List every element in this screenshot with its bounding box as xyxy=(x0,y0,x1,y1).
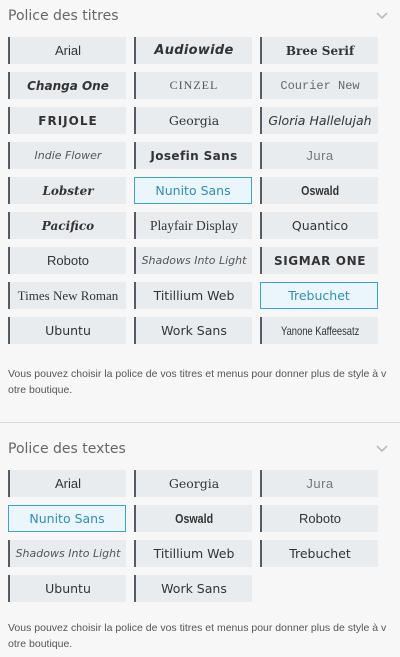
font-option-titillium-web[interactable]: Titillium Web xyxy=(134,282,252,309)
font-option-label: Lobster xyxy=(42,183,94,198)
font-option-georgia[interactable]: Georgia xyxy=(134,470,252,497)
font-option-label: Shadows Into Light xyxy=(141,254,247,267)
font-option-trebuchet[interactable]: Trebuchet xyxy=(260,282,378,309)
font-option-shadows-into-light[interactable]: Shadows Into Light xyxy=(8,540,126,567)
font-option-indie-flower[interactable]: Indie Flower xyxy=(8,142,126,169)
font-option-playfair-display[interactable]: Playfair Display xyxy=(134,212,252,239)
font-option-label: Roboto xyxy=(299,511,341,526)
font-option-label: Arial xyxy=(54,43,81,58)
font-option-label: Ubuntu xyxy=(45,323,91,338)
font-option-label: Playfair Display xyxy=(149,217,239,233)
font-option-label: Yanone Kaffeesatz xyxy=(280,323,360,338)
font-option-label: Oswald xyxy=(175,511,213,526)
font-option-label: Work Sans xyxy=(161,323,227,338)
font-option-oswald[interactable]: Oswald xyxy=(260,177,378,204)
font-option-josefin-sans[interactable]: Josefin Sans xyxy=(134,142,252,169)
font-option-roboto[interactable]: Roboto xyxy=(8,247,126,274)
texts-font-heading: Police des textes xyxy=(8,441,126,457)
font-option-label: Frijole xyxy=(38,113,98,128)
font-option-label: Cinzel xyxy=(169,78,219,92)
font-option-label: Ubuntu xyxy=(45,581,91,596)
font-option-ubuntu[interactable]: Ubuntu xyxy=(8,317,126,344)
font-option-ubuntu[interactable]: Ubuntu xyxy=(8,575,126,602)
section-divider xyxy=(0,422,400,423)
font-option-label: Times New Roman xyxy=(17,287,119,303)
font-option-nunito-sans[interactable]: Nunito Sans xyxy=(8,505,126,532)
titles-font-heading: Police des titres xyxy=(8,8,119,24)
font-option-label: Pacifico xyxy=(41,218,95,233)
font-option-times-new-roman[interactable]: Times New Roman xyxy=(8,282,126,309)
font-option-label: Oswald xyxy=(301,183,339,198)
font-option-sigmar-one[interactable]: Sigmar One xyxy=(260,247,378,274)
font-option-label: Jura xyxy=(306,476,334,491)
font-option-label: Arial xyxy=(54,476,81,491)
font-option-label: Quantico xyxy=(291,218,349,233)
font-option-label: Titillium Web xyxy=(153,546,235,561)
font-option-label: Georgia xyxy=(168,113,220,128)
titles-font-description: Vous pouvez choisir la police de vos tit… xyxy=(8,368,387,396)
texts-font-grid: Arial Georgia Jura Nunito Sans Oswald Roboto S… xyxy=(8,470,378,602)
chevron-down-icon[interactable] xyxy=(376,445,388,453)
font-option-label: Nunito Sans xyxy=(155,183,231,198)
font-option-label: Jura xyxy=(306,148,334,163)
font-option-gloria-hallelujah[interactable]: Gloria Hallelujah xyxy=(260,107,378,134)
font-option-label: Bree Serif xyxy=(285,43,355,58)
font-option-courier-new[interactable]: Courier New xyxy=(260,72,378,99)
font-option-label: Gloria Hallelujah xyxy=(268,113,372,128)
font-option-cinzel[interactable]: Cinzel xyxy=(134,72,252,99)
font-option-trebuchet[interactable]: Trebuchet xyxy=(260,540,378,567)
font-option-lobster[interactable]: Lobster xyxy=(8,177,126,204)
font-option-yanone-kaffeesatz[interactable]: Yanone Kaffeesatz xyxy=(260,317,378,344)
font-option-label: Trebuchet xyxy=(288,288,350,303)
font-option-jura[interactable]: Jura xyxy=(260,142,378,169)
font-option-audiowide[interactable]: Audiowide xyxy=(134,37,252,64)
font-option-georgia[interactable]: Georgia xyxy=(134,107,252,134)
font-option-label: Audiowide xyxy=(154,43,234,58)
font-option-label: Nunito Sans xyxy=(29,511,105,526)
font-option-nunito-sans[interactable]: Nunito Sans xyxy=(134,177,252,204)
font-option-jura[interactable]: Jura xyxy=(260,470,378,497)
font-option-arial[interactable]: Arial xyxy=(8,470,126,497)
font-option-bree-serif[interactable]: Bree Serif xyxy=(260,37,378,64)
texts-font-description: Vous pouvez choisir la police de vos tit… xyxy=(8,622,387,650)
font-option-label: Indie Flower xyxy=(34,149,102,162)
font-option-work-sans[interactable]: Work Sans xyxy=(134,317,252,344)
font-option-roboto[interactable]: Roboto xyxy=(260,505,378,532)
font-option-shadows-into-light[interactable]: Shadows Into Light xyxy=(134,247,252,274)
font-option-titillium-web[interactable]: Titillium Web xyxy=(134,540,252,567)
font-option-label: Titillium Web xyxy=(153,288,235,303)
font-option-label: Changa One xyxy=(27,78,109,93)
font-option-label: Sigmar One xyxy=(273,253,367,268)
font-option-label: Shadows Into Light xyxy=(15,547,121,560)
font-option-label: Roboto xyxy=(47,253,89,268)
font-option-oswald[interactable]: Oswald xyxy=(134,505,252,532)
font-option-frijole[interactable]: Frijole xyxy=(8,107,126,134)
chevron-down-icon[interactable] xyxy=(376,12,388,20)
font-option-changa-one[interactable]: Changa One xyxy=(8,72,126,99)
font-option-arial[interactable]: Arial xyxy=(8,37,126,64)
font-option-pacifico[interactable]: Pacifico xyxy=(8,212,126,239)
font-option-label: Courier New xyxy=(280,78,360,93)
font-option-work-sans[interactable]: Work Sans xyxy=(134,575,252,602)
font-option-label: Work Sans xyxy=(161,581,227,596)
font-option-label: Georgia xyxy=(168,476,220,491)
font-option-label: Josefin Sans xyxy=(150,148,238,163)
font-option-label: Trebuchet xyxy=(289,546,351,561)
titles-font-grid: Arial Audiowide Bree Serif Changa One Cinzel… xyxy=(8,37,378,344)
font-option-quantico[interactable]: Quantico xyxy=(260,212,378,239)
